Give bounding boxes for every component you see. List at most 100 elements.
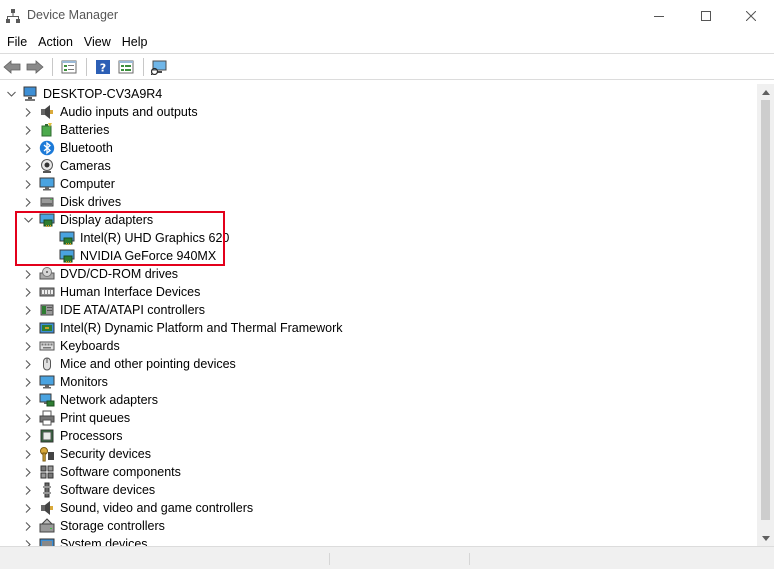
expand-toggle[interactable] bbox=[22, 499, 34, 517]
expand-toggle[interactable] bbox=[22, 427, 34, 445]
security-key-icon bbox=[40, 447, 54, 462]
back-button[interactable] bbox=[2, 57, 22, 77]
scroll-down-button[interactable] bbox=[757, 530, 774, 546]
forward-button[interactable] bbox=[25, 57, 45, 77]
tree-item-label: Security devices bbox=[60, 447, 152, 461]
tree-category[interactable]: Intel(R) Dynamic Platform and Thermal Fr… bbox=[22, 319, 342, 337]
tree-item-label: Software devices bbox=[60, 483, 156, 497]
scan-hardware-button[interactable] bbox=[150, 57, 170, 77]
device-manager-icon bbox=[6, 9, 20, 23]
network-icon bbox=[39, 393, 55, 407]
expand-toggle[interactable] bbox=[22, 409, 34, 427]
chevron-right-icon bbox=[25, 287, 31, 297]
expand-toggle[interactable] bbox=[22, 337, 34, 355]
tree-category[interactable]: Print queues bbox=[22, 409, 130, 427]
menu-help[interactable]: Help bbox=[117, 32, 153, 52]
tree-item-label: Human Interface Devices bbox=[60, 285, 201, 299]
processor-icon bbox=[40, 429, 54, 443]
maximize-icon bbox=[701, 11, 711, 21]
expand-toggle[interactable] bbox=[22, 121, 34, 139]
chevron-right-icon bbox=[25, 431, 31, 441]
chevron-right-icon bbox=[25, 125, 31, 135]
tree-category[interactable]: Bluetooth bbox=[22, 139, 113, 157]
chevron-right-icon bbox=[25, 305, 31, 315]
menu-view[interactable]: View bbox=[79, 32, 116, 52]
tree-category[interactable]: Computer bbox=[22, 175, 115, 193]
chevron-right-icon bbox=[25, 467, 31, 477]
tree-item-label: Computer bbox=[60, 177, 115, 191]
tree-root-computer[interactable]: DESKTOP-CV3A9R4 bbox=[5, 85, 162, 103]
properties-icon bbox=[61, 60, 77, 73]
toolbar: ? bbox=[0, 53, 774, 80]
expand-toggle[interactable] bbox=[22, 373, 34, 391]
tree-item-label: Disk drives bbox=[60, 195, 122, 209]
menu-file[interactable]: File bbox=[2, 32, 32, 52]
expand-toggle[interactable] bbox=[22, 301, 34, 319]
tree-item-label: Print queues bbox=[60, 411, 131, 425]
software-device-icon bbox=[43, 482, 51, 498]
expand-toggle[interactable] bbox=[22, 103, 34, 121]
chevron-right-icon bbox=[25, 521, 31, 531]
expand-toggle[interactable] bbox=[22, 535, 34, 546]
expand-toggle[interactable] bbox=[22, 481, 34, 499]
tree-item-label: Processors bbox=[60, 429, 123, 443]
expand-toggle[interactable] bbox=[22, 265, 34, 283]
tree-category[interactable]: Sound, video and game controllers bbox=[22, 499, 253, 517]
details-view-button[interactable] bbox=[116, 57, 136, 77]
close-button[interactable] bbox=[728, 0, 774, 32]
chevron-right-icon bbox=[25, 395, 31, 405]
toolbar-separator bbox=[52, 57, 53, 76]
expand-toggle[interactable] bbox=[22, 139, 34, 157]
tree-item-label: IDE ATA/ATAPI controllers bbox=[60, 303, 205, 317]
tree-item-label: Batteries bbox=[60, 123, 110, 137]
mouse-icon bbox=[43, 357, 51, 371]
tree-category[interactable]: Cameras bbox=[22, 157, 111, 175]
tree-category[interactable]: Keyboards bbox=[22, 337, 120, 355]
status-bar bbox=[0, 546, 774, 569]
device-tree: DESKTOP-CV3A9R4 Audio inputs and outputs B… bbox=[0, 84, 758, 546]
tree-category[interactable]: System devices bbox=[22, 535, 148, 546]
expand-toggle[interactable] bbox=[22, 517, 34, 535]
tree-item-label: Intel(R) Dynamic Platform and Thermal Fr… bbox=[60, 321, 343, 335]
vertical-scrollbar[interactable] bbox=[757, 84, 774, 546]
tree-category[interactable]: Processors bbox=[22, 427, 123, 445]
tree-category[interactable]: Network adapters bbox=[22, 391, 158, 409]
scroll-up-button[interactable] bbox=[757, 84, 774, 100]
chevron-right-icon bbox=[25, 449, 31, 459]
tree-category[interactable]: Monitors bbox=[22, 373, 108, 391]
tree-category[interactable]: Human Interface Devices bbox=[22, 283, 200, 301]
tree-category[interactable]: IDE ATA/ATAPI controllers bbox=[22, 301, 205, 319]
tree-category[interactable]: Mice and other pointing devices bbox=[22, 355, 236, 373]
tree-category[interactable]: Batteries bbox=[22, 121, 109, 139]
tree-category[interactable]: Storage controllers bbox=[22, 517, 165, 535]
expand-toggle[interactable] bbox=[22, 391, 34, 409]
expand-toggle[interactable] bbox=[22, 157, 34, 175]
tree-category[interactable]: DVD/CD-ROM drives bbox=[22, 265, 178, 283]
window-title: Device Manager bbox=[27, 8, 119, 22]
expand-toggle[interactable] bbox=[22, 463, 34, 481]
tree-category[interactable]: Disk drives bbox=[22, 193, 121, 211]
tree-category[interactable]: Software components bbox=[22, 463, 181, 481]
tree-category[interactable]: Software devices bbox=[22, 481, 155, 499]
maximize-button[interactable] bbox=[683, 0, 729, 32]
expand-toggle[interactable] bbox=[22, 355, 34, 373]
menu-action[interactable]: Action bbox=[33, 32, 78, 52]
tree-item-label: Bluetooth bbox=[60, 141, 113, 155]
tree-item-label: Keyboards bbox=[60, 339, 120, 353]
expand-toggle[interactable] bbox=[5, 85, 17, 103]
expand-toggle[interactable] bbox=[22, 175, 34, 193]
expand-toggle[interactable] bbox=[22, 319, 34, 337]
minimize-button[interactable] bbox=[636, 0, 682, 32]
scroll-thumb[interactable] bbox=[761, 100, 770, 520]
tree-category[interactable]: Audio inputs and outputs bbox=[22, 103, 198, 121]
properties-button[interactable] bbox=[59, 57, 79, 77]
expand-toggle[interactable] bbox=[22, 193, 34, 211]
help-button[interactable]: ? bbox=[93, 57, 113, 77]
expand-toggle[interactable] bbox=[22, 283, 34, 301]
tree-category[interactable]: Security devices bbox=[22, 445, 151, 463]
expand-toggle[interactable] bbox=[22, 445, 34, 463]
tree-item-label: Monitors bbox=[60, 375, 108, 389]
chevron-right-icon bbox=[25, 269, 31, 279]
chevron-right-icon bbox=[25, 323, 31, 333]
speaker-icon bbox=[41, 501, 53, 515]
